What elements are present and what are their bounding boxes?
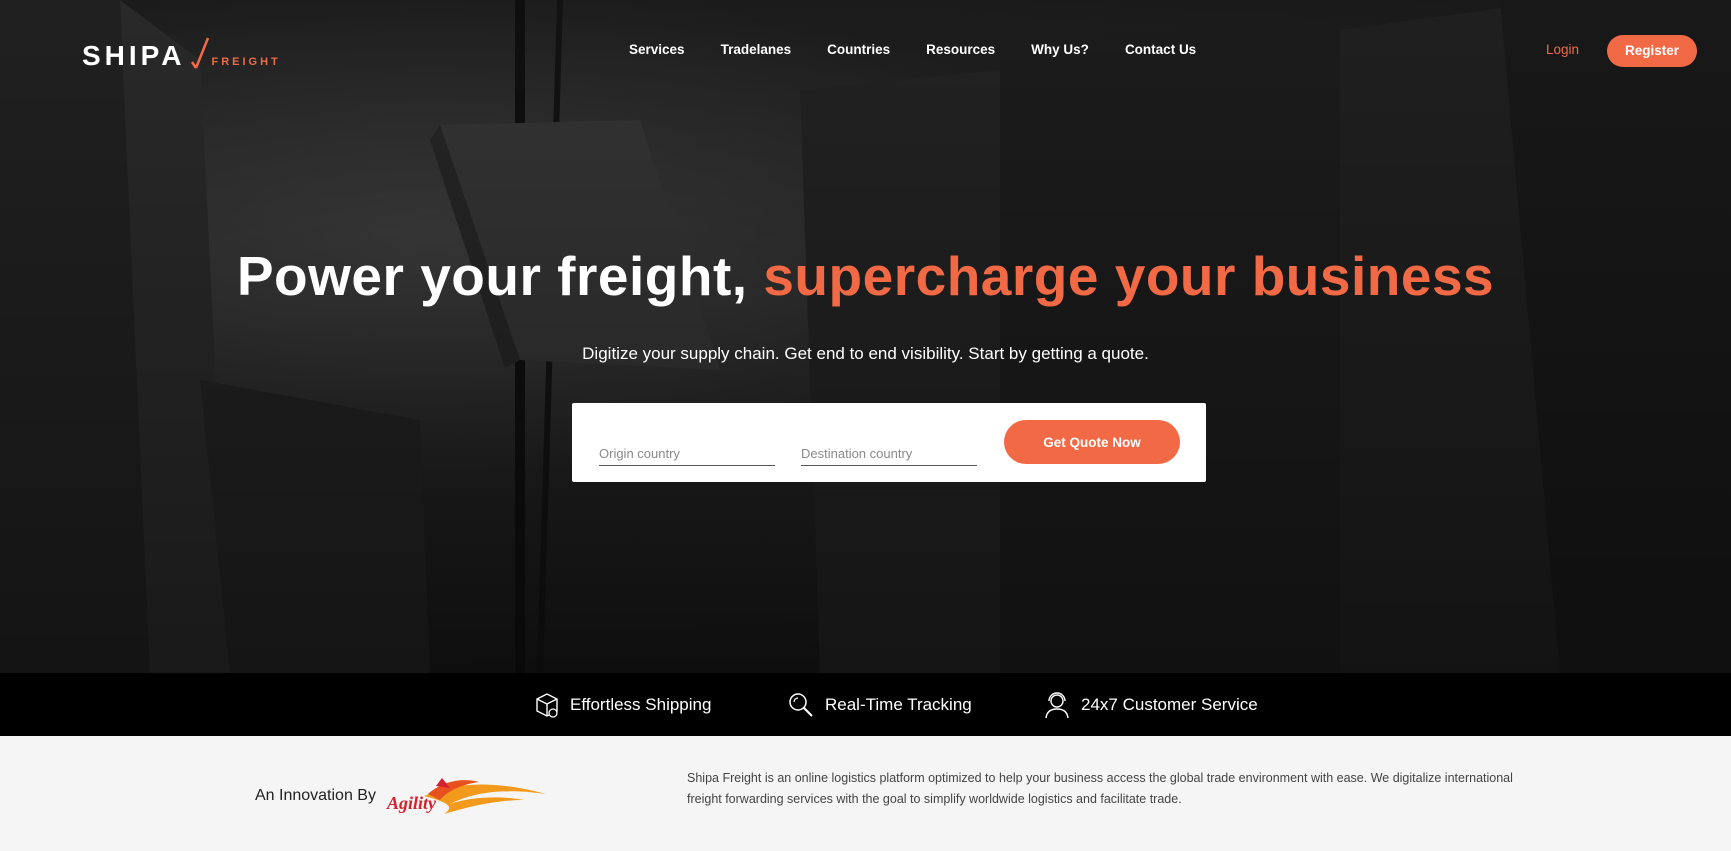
- feature-effortless-shipping: Effortless Shipping: [534, 673, 711, 736]
- headline-accent-part: supercharge your business: [763, 245, 1495, 307]
- about-section: An Innovation By Agility Shipa Freight i…: [0, 736, 1731, 851]
- support-agent-icon: [1045, 691, 1069, 718]
- nav-item-resources[interactable]: Resources: [926, 42, 995, 57]
- shipa-freight-logo[interactable]: SHIPA FREIGHT: [82, 36, 281, 70]
- feature-label: Real-Time Tracking: [825, 694, 972, 714]
- magnifier-icon: [789, 692, 813, 717]
- hero-subline: Digitize your supply chain. Get end to e…: [582, 344, 1149, 363]
- nav-item-why-us[interactable]: Why Us?: [1031, 42, 1089, 57]
- login-link[interactable]: Login: [1546, 42, 1579, 57]
- nav-item-contact-us[interactable]: Contact Us: [1125, 42, 1196, 57]
- get-quote-button[interactable]: Get Quote Now: [1004, 420, 1180, 464]
- register-button[interactable]: Register: [1607, 35, 1697, 67]
- origin-country-input[interactable]: [599, 441, 775, 466]
- hero-headline: Power your freight, supercharge your bus…: [0, 244, 1731, 308]
- nav-item-services[interactable]: Services: [629, 42, 685, 57]
- logo-slash-mark: [190, 37, 209, 69]
- logo-subtitle: FREIGHT: [211, 56, 281, 68]
- feature-customer-service: 24x7 Customer Service: [1043, 673, 1258, 736]
- feature-real-time-tracking: Real-Time Tracking: [787, 673, 972, 736]
- agility-wordmark: Agility: [386, 793, 436, 813]
- innovation-text: An Innovation By: [255, 787, 376, 804]
- about-text: Shipa Freight is an online logistics pla…: [687, 771, 1513, 806]
- hero-section: SHIPA FREIGHT Services Tradelanes Countr…: [0, 0, 1731, 673]
- quote-form: Get Quote Now: [572, 403, 1206, 482]
- innovation-credit: An Innovation By Agility: [255, 774, 549, 818]
- nav-item-countries[interactable]: Countries: [827, 42, 890, 57]
- logo-wordmark: SHIPA: [82, 40, 186, 71]
- features-bar: Effortless Shipping Real-Time Tracking 2…: [0, 673, 1731, 736]
- nav-item-tradelanes[interactable]: Tradelanes: [721, 42, 792, 57]
- package-icon: [536, 692, 558, 718]
- feature-label: Effortless Shipping: [570, 694, 712, 714]
- headline-white-part: Power your freight,: [236, 245, 764, 307]
- destination-country-input[interactable]: [801, 441, 977, 466]
- agility-logo[interactable]: Agility: [384, 774, 549, 818]
- feature-label: 24x7 Customer Service: [1081, 694, 1258, 714]
- main-menu: Services Tradelanes Countries Resources …: [629, 42, 1232, 57]
- top-navigation: SHIPA FREIGHT Services Tradelanes Countr…: [0, 0, 1731, 104]
